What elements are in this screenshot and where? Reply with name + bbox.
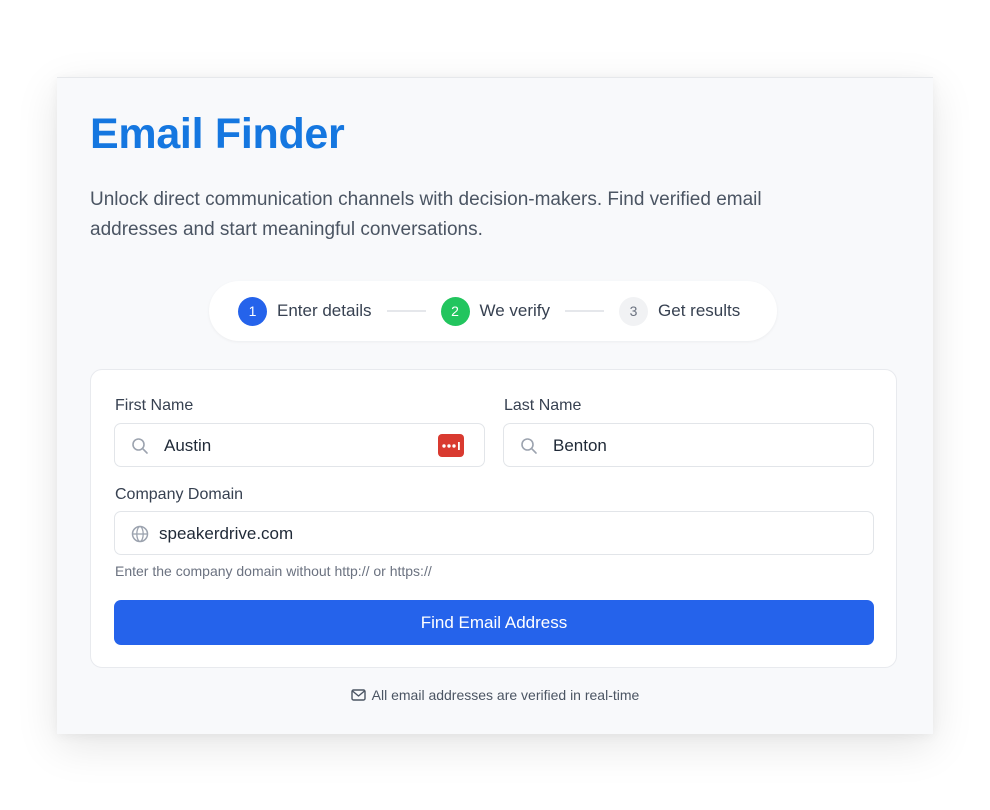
last-name-field[interactable]: Benton [503, 423, 874, 467]
company-domain-value: speakerdrive.com [159, 524, 294, 543]
step-connector [386, 310, 426, 312]
first-name-label: First Name [115, 397, 194, 414]
last-name-label: Last Name [504, 397, 582, 414]
step-we-verify: 2 We verify [440, 296, 551, 326]
company-domain-label: Company Domain [115, 486, 244, 503]
step-number: 3 [619, 296, 649, 326]
page-title: Email Finder [90, 110, 345, 158]
search-icon [132, 438, 148, 454]
step-number: 2 [440, 296, 470, 326]
step-label: We verify [479, 301, 551, 320]
first-name-value: Austin [164, 436, 212, 455]
verification-note-text: All email addresses are verified in real… [371, 687, 640, 703]
first-name-field[interactable]: Austin [114, 423, 485, 467]
search-icon [521, 438, 537, 454]
progress-stepper: 1 Enter details 2 We verify 3 Get result… [209, 281, 777, 341]
last-name-value: Benton [553, 436, 607, 455]
globe-icon [131, 525, 149, 543]
company-domain-field[interactable]: speakerdrive.com [114, 511, 874, 555]
find-email-button[interactable]: Find Email Address [114, 600, 874, 645]
step-label: Get results [658, 301, 741, 320]
company-domain-hint: Enter the company domain without http://… [115, 563, 432, 579]
step-label: Enter details [277, 301, 372, 320]
password-manager-icon[interactable] [438, 434, 464, 457]
step-get-results: 3 Get results [619, 296, 741, 326]
mail-icon [350, 689, 366, 701]
step-enter-details: 1 Enter details [238, 296, 372, 326]
dots-glyph [442, 441, 460, 450]
page-subtitle: Unlock direct communication channels wit… [90, 189, 762, 240]
search-form-card: First Name Austin Last Name Benton Compa… [90, 369, 897, 668]
email-finder-panel: Email Finder Unlock direct communication… [57, 77, 933, 734]
step-connector [565, 310, 605, 312]
stage: Email Finder Unlock direct communication… [0, 0, 990, 810]
verification-note: All email addresses are verified in real… [57, 687, 933, 703]
step-number: 1 [238, 296, 267, 326]
